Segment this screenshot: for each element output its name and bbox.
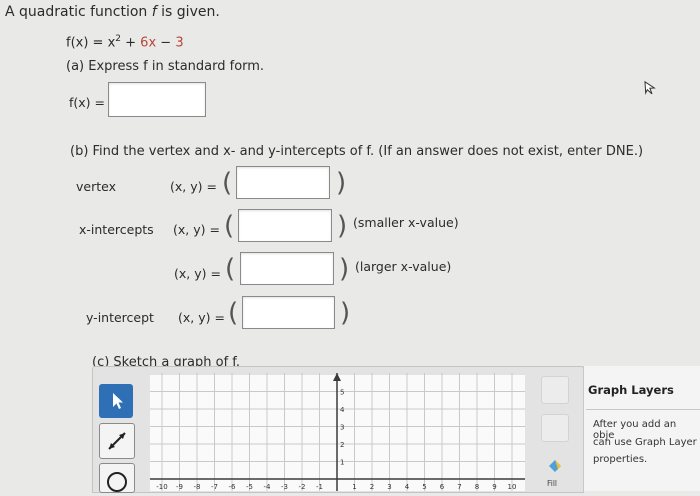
function-minus: −: [156, 35, 176, 51]
y-intercept-input[interactable]: [242, 296, 335, 329]
graph-layers-text-2: can use Graph Layer: [593, 437, 697, 448]
graph-layers-title: Graph Layers: [588, 383, 674, 397]
smaller-x-note: (smaller x-value): [353, 215, 459, 230]
y-tick-label: 4: [340, 406, 345, 414]
x-tick-label: -4: [264, 483, 272, 491]
larger-x-note: (larger x-value): [355, 259, 452, 274]
x-tick-label: -5: [246, 483, 253, 491]
part-a-label: (a) Express f in standard form.: [66, 59, 265, 74]
x-tick-label: 5: [422, 483, 426, 491]
question-intro: A quadratic function f is given.: [5, 4, 220, 20]
line-tool-button[interactable]: [99, 423, 135, 459]
fill-label: Fill: [547, 479, 558, 488]
vertex-label: vertex: [76, 179, 116, 194]
x-tick-label: 6: [440, 483, 445, 491]
x-tick-label: 4: [405, 483, 410, 491]
function-expression: f(x) = x2 + 6x − 3: [66, 34, 184, 50]
intro-suffix: is given.: [156, 4, 220, 20]
x-intercept-1-open-paren: (: [224, 211, 235, 241]
x-intercept-2-close-paren: ): [339, 254, 350, 284]
y-tick-label: 2: [340, 441, 344, 449]
x-intercept-1-close-paren: ): [337, 211, 348, 241]
vertex-xy-label: (x, y) =: [170, 179, 217, 194]
y-tick-label: 1: [340, 459, 344, 467]
function-plus: +: [121, 35, 141, 51]
x-tick-label: 1: [352, 483, 356, 491]
x-tick-label: 2: [370, 483, 374, 491]
graph-canvas[interactable]: -10 -9 -8 -7 -6 -5 -4 -3 -2 -1 1 2 3 4 5 6 7 8 9 10 5 4 3 2 1: [150, 373, 525, 491]
x-intercept-2-xy-label: (x, y) =: [174, 266, 221, 281]
line-tool-icon: [108, 432, 126, 450]
x-tick-label: 3: [387, 483, 391, 491]
y-tick-label: 5: [340, 389, 344, 397]
x-tick-label: 9: [492, 483, 496, 491]
x-tick-label: -8: [194, 483, 201, 491]
layer-delete-button[interactable]: [541, 414, 569, 442]
x-tick-label: -10: [156, 483, 167, 491]
circle-tool-icon: [107, 472, 127, 492]
x-tick-label: -2: [299, 483, 306, 491]
x-intercept-smaller-input[interactable]: [238, 209, 332, 242]
x-tick-label: 7: [457, 483, 461, 491]
standard-form-label: f(x) =: [69, 95, 105, 110]
graph-layers-text-3: properties.: [593, 454, 648, 465]
y-tick-label: 3: [340, 424, 344, 432]
x-intercept-larger-input[interactable]: [240, 252, 334, 285]
function-lhs: f(x) = x: [66, 35, 116, 51]
standard-form-input[interactable]: [108, 82, 206, 117]
y-intercept-close-paren: ): [340, 298, 351, 328]
function-b: 6x: [140, 35, 157, 51]
select-arrow-icon: [113, 393, 123, 409]
x-tick-label: -1: [316, 483, 323, 491]
y-intercept-xy-label: (x, y) =: [178, 310, 225, 325]
graph-layers-divider: [586, 409, 700, 410]
intro-prefix: A quadratic function: [5, 4, 152, 20]
x-intercepts-label: x-intercepts: [79, 222, 154, 237]
x-tick-label: 10: [508, 483, 517, 491]
vertex-close-paren: ): [336, 168, 347, 198]
x-intercept-1-xy-label: (x, y) =: [173, 222, 220, 237]
y-intercept-label: y-intercept: [86, 310, 154, 325]
vertex-input[interactable]: [236, 166, 330, 199]
y-intercept-open-paren: (: [228, 298, 239, 328]
x-tick-label: -9: [176, 483, 183, 491]
vertex-open-paren: (: [222, 168, 233, 198]
cursor-icon: [644, 80, 656, 95]
layer-up-button[interactable]: [541, 376, 569, 404]
part-b-label: (b) Find the vertex and x- and y-interce…: [70, 144, 644, 159]
select-tool-button[interactable]: [99, 384, 133, 418]
function-c: 3: [175, 35, 184, 51]
fill-icon[interactable]: [545, 456, 565, 476]
circle-tool-button[interactable]: [99, 463, 135, 493]
x-tick-label: -3: [281, 483, 288, 491]
x-tick-label: -7: [211, 483, 218, 491]
x-tick-label: -6: [229, 483, 237, 491]
x-tick-label: 8: [475, 483, 479, 491]
x-intercept-2-open-paren: (: [225, 254, 236, 284]
graph-grid[interactable]: -10 -9 -8 -7 -6 -5 -4 -3 -2 -1 1 2 3 4 5 6 7 8 9 10 5 4 3 2 1: [150, 373, 525, 491]
